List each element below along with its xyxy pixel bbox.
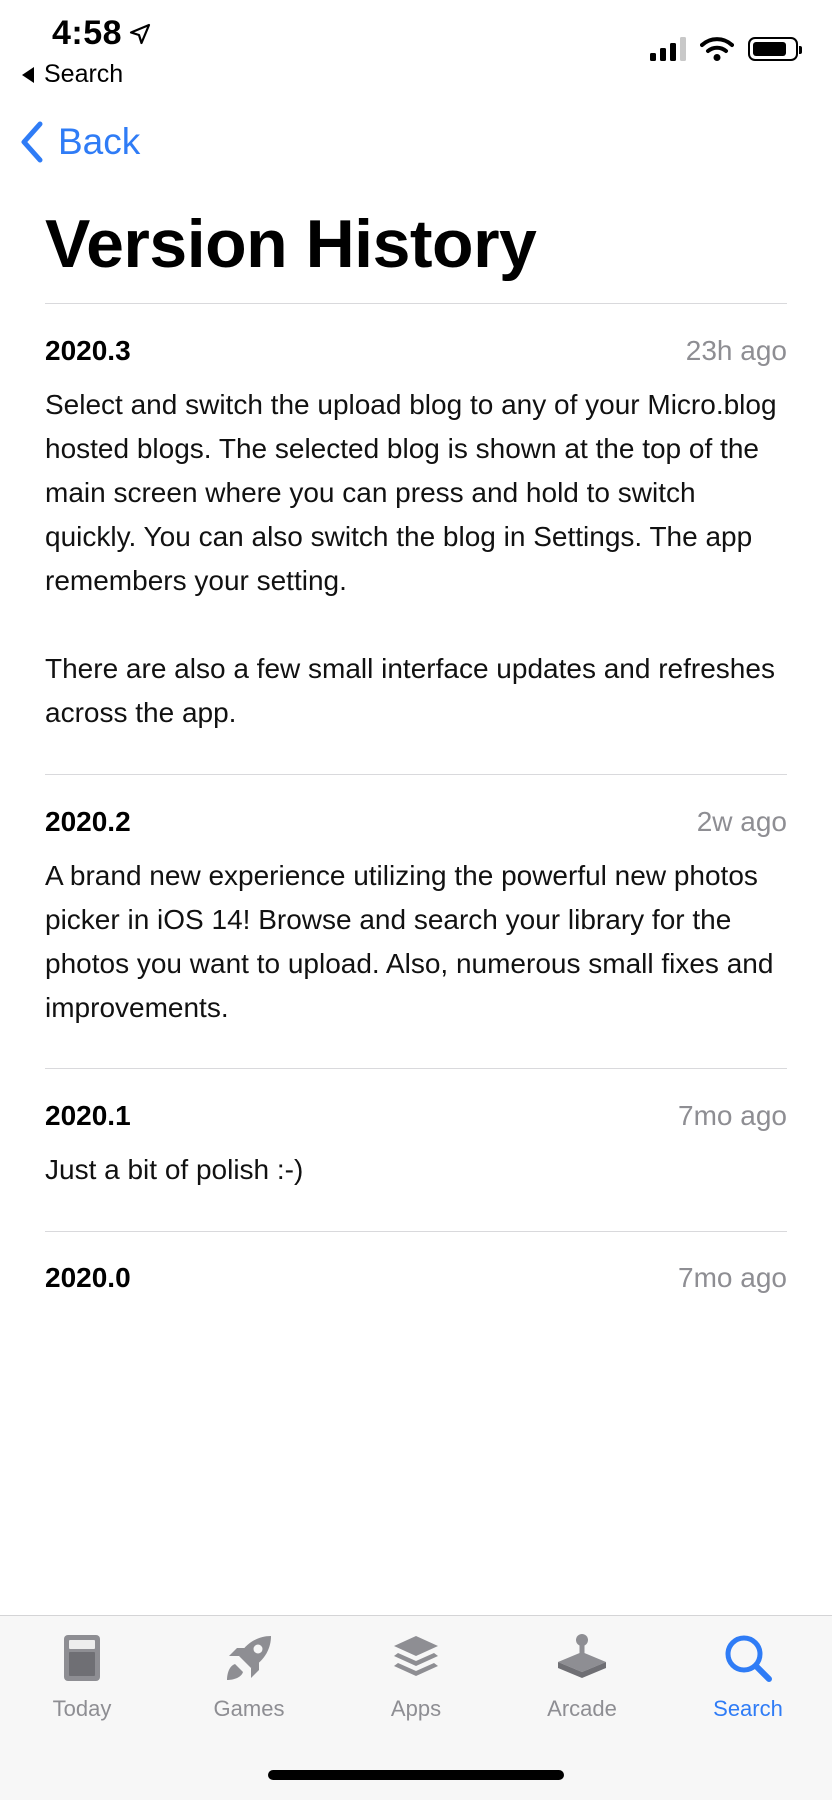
release-notes: A brand new experience utilizing the pow… <box>45 854 787 1030</box>
divider <box>45 303 787 304</box>
back-triangle-icon <box>22 66 34 83</box>
location-arrow-icon <box>129 23 151 44</box>
release-notes: Select and switch the upload blog to any… <box>45 383 787 735</box>
joystick-icon <box>554 1630 610 1686</box>
tab-label: Today <box>52 1696 112 1721</box>
release-notes-paragraph: Just a bit of polish :-) <box>45 1154 304 1185</box>
version-date: 2w ago <box>696 806 787 837</box>
page-title: Version History <box>45 206 537 282</box>
back-to-app-label: Search <box>44 60 124 88</box>
tab-arcade[interactable]: Arcade <box>512 1630 652 1722</box>
release-notes-paragraph: A brand new experience utilizing the pow… <box>45 860 774 1023</box>
back-to-app-link[interactable]: Search <box>22 60 123 89</box>
tab-search[interactable]: Search <box>678 1630 818 1722</box>
status-icons <box>650 36 802 62</box>
status-bar: 4:58 Search <box>0 0 832 100</box>
chevron-left-icon <box>21 121 43 163</box>
home-indicator[interactable] <box>268 1770 564 1780</box>
battery-icon <box>748 37 802 61</box>
release-notes-paragraph: Select and switch the upload blog to any… <box>45 389 777 596</box>
version-entry: 2020.1 7mo ago Just a bit of polish :-) <box>45 1100 787 1192</box>
version-date: 23h ago <box>685 335 787 366</box>
version-entry: 2020.3 23h ago Select and switch the upl… <box>45 335 787 735</box>
version-number: 2020.0 <box>45 1262 131 1293</box>
tab-apps[interactable]: Apps <box>346 1630 486 1722</box>
tab-label: Search <box>713 1696 783 1721</box>
tab-label: Apps <box>390 1696 442 1721</box>
divider <box>45 774 787 775</box>
time-label: 4:58 <box>52 14 123 52</box>
rocket-icon <box>221 1630 277 1686</box>
version-date: 7mo ago <box>678 1262 787 1293</box>
wifi-icon <box>700 37 734 61</box>
status-time: 4:58 <box>52 14 152 53</box>
version-entry: 2020.0 7mo ago <box>45 1262 787 1302</box>
divider <box>45 1231 787 1232</box>
version-number: 2020.3 <box>45 335 131 366</box>
back-button[interactable]: Back <box>18 120 140 164</box>
search-icon <box>720 1630 776 1686</box>
version-entry: 2020.2 2w ago A brand new experience uti… <box>45 806 787 1030</box>
back-button-label: Back <box>58 121 141 162</box>
layers-icon <box>388 1630 444 1686</box>
tab-label: Games <box>213 1696 285 1721</box>
release-notes: Just a bit of polish :-) <box>45 1148 787 1192</box>
release-notes-paragraph: There are also a few small interface upd… <box>45 653 775 728</box>
divider <box>45 1068 787 1069</box>
cellular-signal-icon <box>650 37 686 61</box>
today-icon <box>54 1630 110 1686</box>
version-date: 7mo ago <box>678 1100 787 1131</box>
version-number: 2020.1 <box>45 1100 131 1131</box>
tab-today[interactable]: Today <box>12 1630 152 1722</box>
version-number: 2020.2 <box>45 806 131 837</box>
tab-games[interactable]: Games <box>179 1630 319 1722</box>
tab-label: Arcade <box>547 1696 617 1721</box>
